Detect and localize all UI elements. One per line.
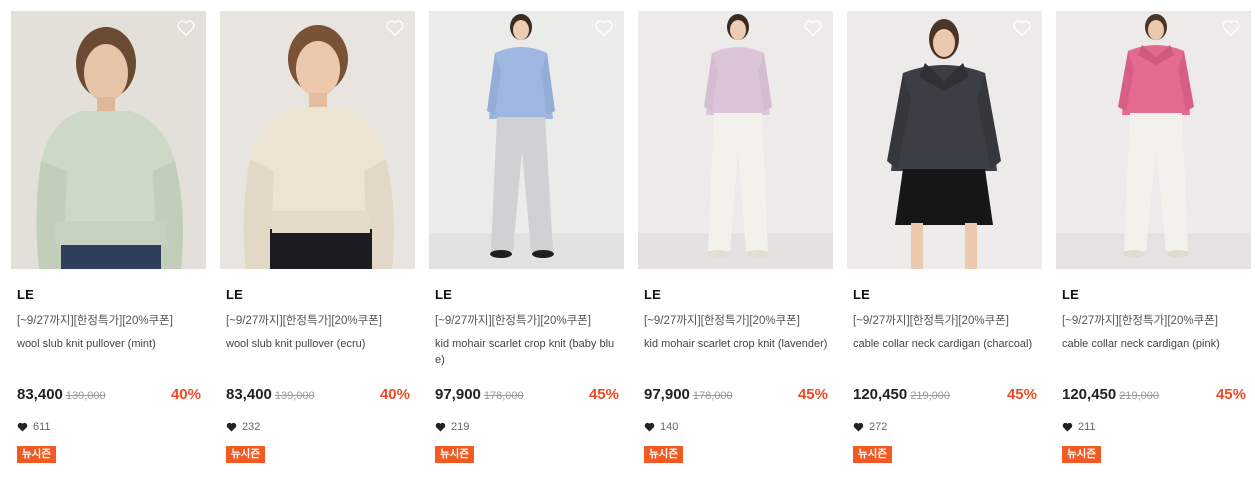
wishlist-heart-icon[interactable] <box>176 19 196 37</box>
product-card[interactable]: LE [~9/27까지][한정특가][20%쿠폰] wool slub knit… <box>11 11 206 481</box>
product-name[interactable]: kid mohair scarlet crop knit (baby blue) <box>435 336 623 368</box>
sale-price: 97,900 178,000 <box>644 386 733 403</box>
like-count: 219 <box>435 421 469 433</box>
promo-text: [~9/27까지][한정특가][20%쿠폰] <box>226 315 382 327</box>
product-card[interactable]: LE [~9/27까지][한정특가][20%쿠폰] cable collar n… <box>1056 11 1251 481</box>
price-value: 120,450 <box>853 386 908 403</box>
like-count-value: 611 <box>33 421 51 433</box>
product-name[interactable]: wool slub knit pullover (mint) <box>17 336 205 352</box>
promo-text: [~9/27까지][한정특가][20%쿠폰] <box>853 315 1009 327</box>
like-count-value: 140 <box>660 421 679 433</box>
product-card[interactable]: LE [~9/27까지][한정특가][20%쿠폰] kid mohair sca… <box>638 11 833 481</box>
product-image[interactable] <box>429 11 624 269</box>
like-count-value: 232 <box>242 421 261 433</box>
like-count: 272 <box>853 421 887 433</box>
brand-name[interactable]: LE <box>853 287 870 302</box>
heart-filled-icon <box>435 422 446 432</box>
product-card[interactable]: LE [~9/27까지][한정특가][20%쿠폰] wool slub knit… <box>220 11 415 481</box>
discount-rate: 45% <box>1215 386 1246 403</box>
product-name[interactable]: kid mohair scarlet crop knit (lavender) <box>644 336 832 352</box>
product-name[interactable]: wool slub knit pullover (ecru) <box>226 336 414 352</box>
price-value: 120,450 <box>1062 386 1117 403</box>
product-image[interactable] <box>638 11 833 269</box>
new-season-badge: 뉴시즌 <box>853 446 892 463</box>
sale-price: 83,400 139,000 <box>226 386 315 403</box>
product-image[interactable] <box>847 11 1042 269</box>
sale-price: 120,450 219,000 <box>853 386 950 403</box>
sale-price: 97,900 178,000 <box>435 386 524 403</box>
product-card[interactable]: LE [~9/27까지][한정특가][20%쿠폰] kid mohair sca… <box>429 11 624 481</box>
like-count: 140 <box>644 421 678 433</box>
brand-name[interactable]: LE <box>226 287 243 302</box>
price-value: 83,400 <box>17 386 63 403</box>
promo-text: [~9/27까지][한정특가][20%쿠폰] <box>1062 315 1218 327</box>
wishlist-heart-icon[interactable] <box>803 19 823 37</box>
promo-text: [~9/27까지][한정특가][20%쿠폰] <box>17 315 173 327</box>
like-count-value: 272 <box>869 421 888 433</box>
sale-price: 83,400 139,000 <box>17 386 106 403</box>
heart-filled-icon <box>17 422 28 432</box>
wishlist-heart-icon[interactable] <box>385 19 405 37</box>
discount-rate: 45% <box>1006 386 1037 403</box>
like-count: 211 <box>1062 421 1096 433</box>
product-image[interactable] <box>220 11 415 269</box>
like-count: 611 <box>17 421 51 433</box>
discount-rate: 40% <box>379 386 410 403</box>
brand-name[interactable]: LE <box>435 287 452 302</box>
new-season-badge: 뉴시즌 <box>1062 446 1101 463</box>
like-count-value: 211 <box>1078 421 1096 433</box>
original-price: 219,000 <box>910 390 950 402</box>
new-season-badge: 뉴시즌 <box>17 446 56 463</box>
brand-name[interactable]: LE <box>644 287 661 302</box>
sale-price: 120,450 219,000 <box>1062 386 1159 403</box>
new-season-badge: 뉴시즌 <box>226 446 265 463</box>
brand-name[interactable]: LE <box>1062 287 1079 302</box>
new-season-badge: 뉴시즌 <box>435 446 474 463</box>
brand-name[interactable]: LE <box>17 287 34 302</box>
promo-text: [~9/27까지][한정특가][20%쿠폰] <box>644 315 800 327</box>
like-count-value: 219 <box>451 421 470 433</box>
promo-text: [~9/27까지][한정특가][20%쿠폰] <box>435 315 591 327</box>
product-name[interactable]: cable collar neck cardigan (charcoal) <box>853 336 1041 352</box>
price-value: 97,900 <box>644 386 690 403</box>
product-grid: LE [~9/27까지][한정특가][20%쿠폰] wool slub knit… <box>11 11 1251 481</box>
discount-rate: 40% <box>170 386 201 403</box>
discount-rate: 45% <box>588 386 619 403</box>
product-image[interactable] <box>1056 11 1251 269</box>
price-value: 97,900 <box>435 386 481 403</box>
discount-rate: 45% <box>797 386 828 403</box>
product-image[interactable] <box>11 11 206 269</box>
like-count: 232 <box>226 421 260 433</box>
heart-filled-icon <box>1062 422 1073 432</box>
wishlist-heart-icon[interactable] <box>1012 19 1032 37</box>
product-card[interactable]: LE [~9/27까지][한정특가][20%쿠폰] cable collar n… <box>847 11 1042 481</box>
original-price: 178,000 <box>692 390 733 402</box>
product-name[interactable]: cable collar neck cardigan (pink) <box>1062 336 1250 352</box>
heart-filled-icon <box>853 422 864 432</box>
wishlist-heart-icon[interactable] <box>594 19 614 37</box>
original-price: 139,000 <box>274 390 315 402</box>
original-price: 178,000 <box>483 390 524 402</box>
price-value: 83,400 <box>226 386 272 403</box>
new-season-badge: 뉴시즌 <box>644 446 683 463</box>
heart-filled-icon <box>644 422 655 432</box>
heart-filled-icon <box>226 422 237 432</box>
original-price: 139,000 <box>65 390 106 402</box>
wishlist-heart-icon[interactable] <box>1221 19 1241 37</box>
original-price: 219,000 <box>1119 390 1159 402</box>
